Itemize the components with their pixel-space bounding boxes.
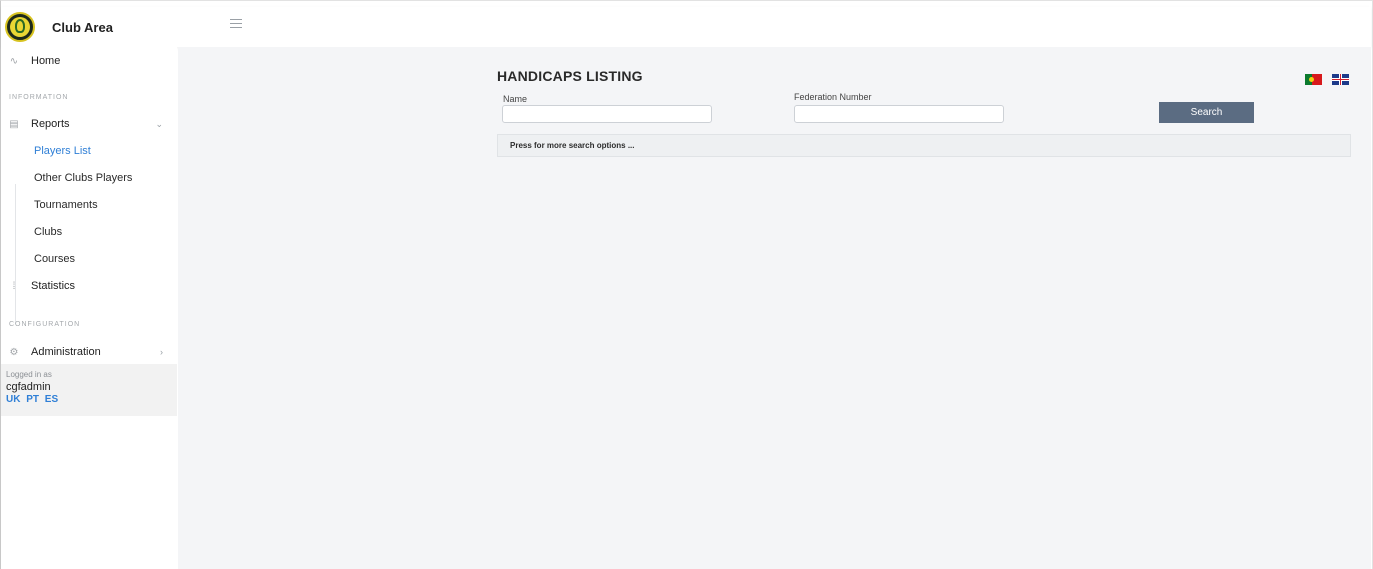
main-content: HANDICAPS LISTING Name Federation Number… (178, 47, 1371, 569)
sidebar-item-home[interactable]: ∿ Home (1, 50, 177, 72)
sidebar-item-label: Administration (31, 346, 101, 358)
federation-number-input[interactable] (794, 105, 1004, 123)
logged-in-label: Logged in as (6, 370, 52, 379)
sidebar-item-players-list[interactable]: Players List (34, 145, 91, 157)
uk-flag-icon[interactable] (1332, 74, 1349, 85)
brand[interactable]: Club Area (5, 9, 177, 45)
sidebar-item-label: Reports (31, 118, 70, 130)
sidebar-item-statistics[interactable]: ⁞ Statistics (1, 275, 177, 297)
hamburger-menu-icon[interactable] (230, 19, 242, 31)
sidebar: ∿ Home INFORMATION ▤ Reports ⌄ Players L… (1, 47, 177, 569)
sidebar-item-administration[interactable]: ⚙ Administration › (1, 341, 177, 363)
sidebar-item-label: Home (31, 55, 61, 67)
name-input[interactable] (502, 105, 712, 123)
language-link-uk[interactable]: UK (6, 394, 20, 405)
gear-icon: ⚙ (9, 346, 19, 358)
name-label: Name (503, 94, 528, 104)
section-label-configuration: CONFIGURATION (9, 321, 81, 328)
page-title: HANDICAPS LISTING (497, 68, 643, 84)
sidebar-item-reports[interactable]: ▤ Reports ⌄ (1, 113, 177, 135)
search-button[interactable]: Search (1159, 102, 1254, 123)
bar-chart-icon: ⁞ (12, 280, 16, 292)
section-label-information: INFORMATION (9, 94, 69, 101)
sidebar-item-tournaments[interactable]: Tournaments (34, 199, 98, 211)
portugal-flag-icon[interactable] (1305, 74, 1322, 85)
top-bar: Club Area (1, 7, 1371, 47)
chevron-down-icon: ⌄ (155, 118, 163, 129)
language-link-es[interactable]: ES (45, 394, 58, 405)
activity-icon: ∿ (9, 55, 19, 67)
federation-number-label: Federation Number (794, 92, 872, 102)
sidebar-item-clubs[interactable]: Clubs (34, 226, 62, 238)
sidebar-item-other-clubs-players[interactable]: Other Clubs Players (34, 172, 132, 184)
sidebar-item-label: Statistics (31, 280, 76, 292)
club-logo (5, 12, 35, 42)
language-link-pt[interactable]: PT (26, 394, 39, 405)
language-links: UK PT ES (6, 394, 172, 405)
chevron-right-icon: › (160, 347, 163, 357)
app-title: Club Area (52, 19, 113, 35)
sidebar-item-courses[interactable]: Courses (34, 253, 75, 265)
language-flags (1305, 74, 1349, 85)
login-info: Logged in as cgfadmin UK PT ES (1, 364, 177, 416)
report-icon: ▤ (9, 118, 19, 130)
more-search-options-toggle[interactable]: Press for more search options ... (497, 134, 1351, 157)
username: cgfadmin (6, 381, 51, 393)
